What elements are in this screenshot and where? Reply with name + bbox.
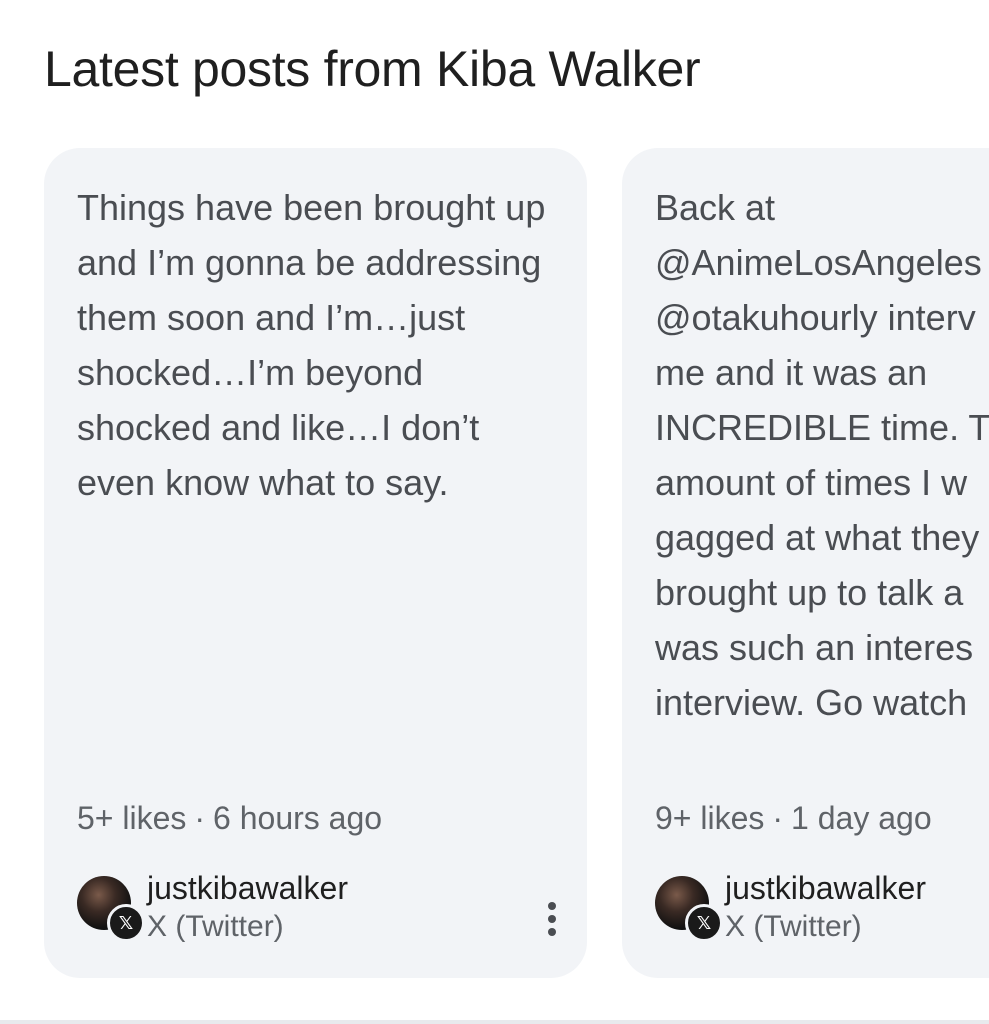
post-time: 6 hours ago	[213, 800, 383, 836]
post-time: 1 day ago	[791, 800, 932, 836]
author-name: justkibawalker	[147, 870, 348, 906]
meta-separator: ·	[194, 800, 206, 836]
post-text-line: amount of times I w	[655, 462, 968, 503]
post-text-line: @AnimeLosAngeles	[655, 242, 982, 283]
post-text-line: brought up to talk a	[655, 572, 964, 613]
post-text-line: gagged at what they	[655, 517, 980, 558]
post-text-line: INCREDIBLE time. T	[655, 407, 989, 448]
post-card[interactable]: Things have been brought up and I’m gonn…	[44, 148, 587, 978]
more-options-icon[interactable]	[537, 898, 567, 948]
post-text-line: was such an interes	[655, 627, 974, 668]
author-source: X (Twitter)	[725, 910, 862, 943]
post-author[interactable]: 𝕏 justkibawalker X (Twitter)	[77, 870, 556, 950]
post-text: Back at @AnimeLosAngeles @otakuhourly in…	[655, 180, 989, 730]
author-source: X (Twitter)	[147, 910, 284, 943]
post-text-line: me and it was an	[655, 352, 928, 393]
x-logo-icon: 𝕏	[685, 904, 723, 942]
post-card[interactable]: Back at @AnimeLosAngeles @otakuhourly in…	[622, 148, 989, 978]
divider	[0, 1020, 989, 1024]
section-title: Latest posts from Kiba Walker	[44, 41, 701, 97]
post-text-line: Back at	[655, 187, 776, 228]
latest-posts-section: Latest posts from Kiba Walker Things hav…	[0, 0, 989, 1024]
post-text-line: @otakuhourly interv	[655, 297, 976, 338]
post-text-line: interview. Go watch	[655, 682, 968, 723]
post-text: Things have been brought up and I’m gonn…	[77, 187, 546, 503]
author-name: justkibawalker	[725, 870, 926, 906]
likes-count: 5+ likes	[77, 800, 187, 836]
posts-carousel[interactable]: Things have been brought up and I’m gonn…	[44, 148, 989, 978]
post-meta: 5+ likes · 6 hours ago	[77, 800, 382, 837]
post-meta: 9+ likes · 1 day ago	[655, 800, 932, 837]
post-author[interactable]: 𝕏 justkibawalker X (Twitter)	[655, 870, 989, 950]
meta-separator: ·	[772, 800, 784, 836]
likes-count: 9+ likes	[655, 800, 765, 836]
x-logo-icon: 𝕏	[107, 904, 145, 942]
